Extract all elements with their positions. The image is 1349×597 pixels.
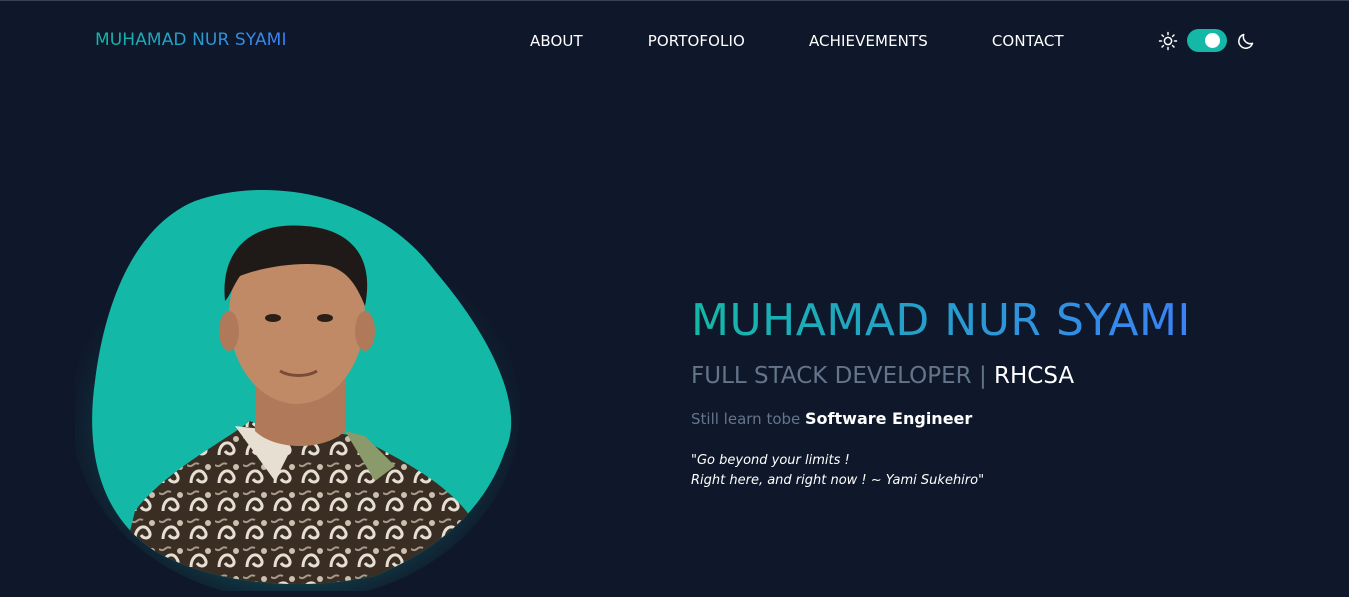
nav-link-portofolio[interactable]: PORTOFOLIO xyxy=(648,32,745,50)
role-title: FULL STACK DEVELOPER | xyxy=(691,363,995,389)
nav-links: ABOUT PORTOFOLIO ACHIEVEMENTS CONTACT xyxy=(530,32,1064,50)
hero-name: MUHAMAD NUR SYAMI xyxy=(691,292,1191,350)
theme-switch xyxy=(1158,29,1256,52)
hero-section: MUHAMAD NUR SYAMI FULL STACK DEVELOPER |… xyxy=(691,292,1191,491)
quote-line-2: Right here, and right now ! ~ Yami Sukeh… xyxy=(691,473,985,488)
moon-icon xyxy=(1236,31,1256,51)
nav-link-contact[interactable]: CONTACT xyxy=(992,32,1064,50)
subtitle-lead: Still learn tobe xyxy=(691,410,806,428)
profile-photo xyxy=(70,181,525,597)
page: MUHAMAD NUR SYAMI ABOUT PORTOFOLIO ACHIE… xyxy=(0,0,1349,597)
brand-logo[interactable]: MUHAMAD NUR SYAMI xyxy=(95,30,287,50)
nav-link-achievements[interactable]: ACHIEVEMENTS xyxy=(809,32,928,50)
hero-quote: "Go beyond your limits ! Right here, and… xyxy=(691,451,1191,491)
nav-link-about[interactable]: ABOUT xyxy=(530,32,583,50)
theme-toggle[interactable] xyxy=(1187,29,1227,52)
navbar: MUHAMAD NUR SYAMI ABOUT PORTOFOLIO ACHIE… xyxy=(0,1,1349,83)
role-certification: RHCSA xyxy=(994,363,1075,389)
hero-subtitle: Still learn tobe Software Engineer xyxy=(691,409,1191,429)
quote-line-1: "Go beyond your limits ! xyxy=(691,453,850,468)
subtitle-emphasis: Software Engineer xyxy=(805,409,973,428)
toggle-knob xyxy=(1205,33,1220,48)
hero-role: FULL STACK DEVELOPER | RHCSA xyxy=(691,361,1191,391)
sun-icon xyxy=(1158,31,1178,51)
